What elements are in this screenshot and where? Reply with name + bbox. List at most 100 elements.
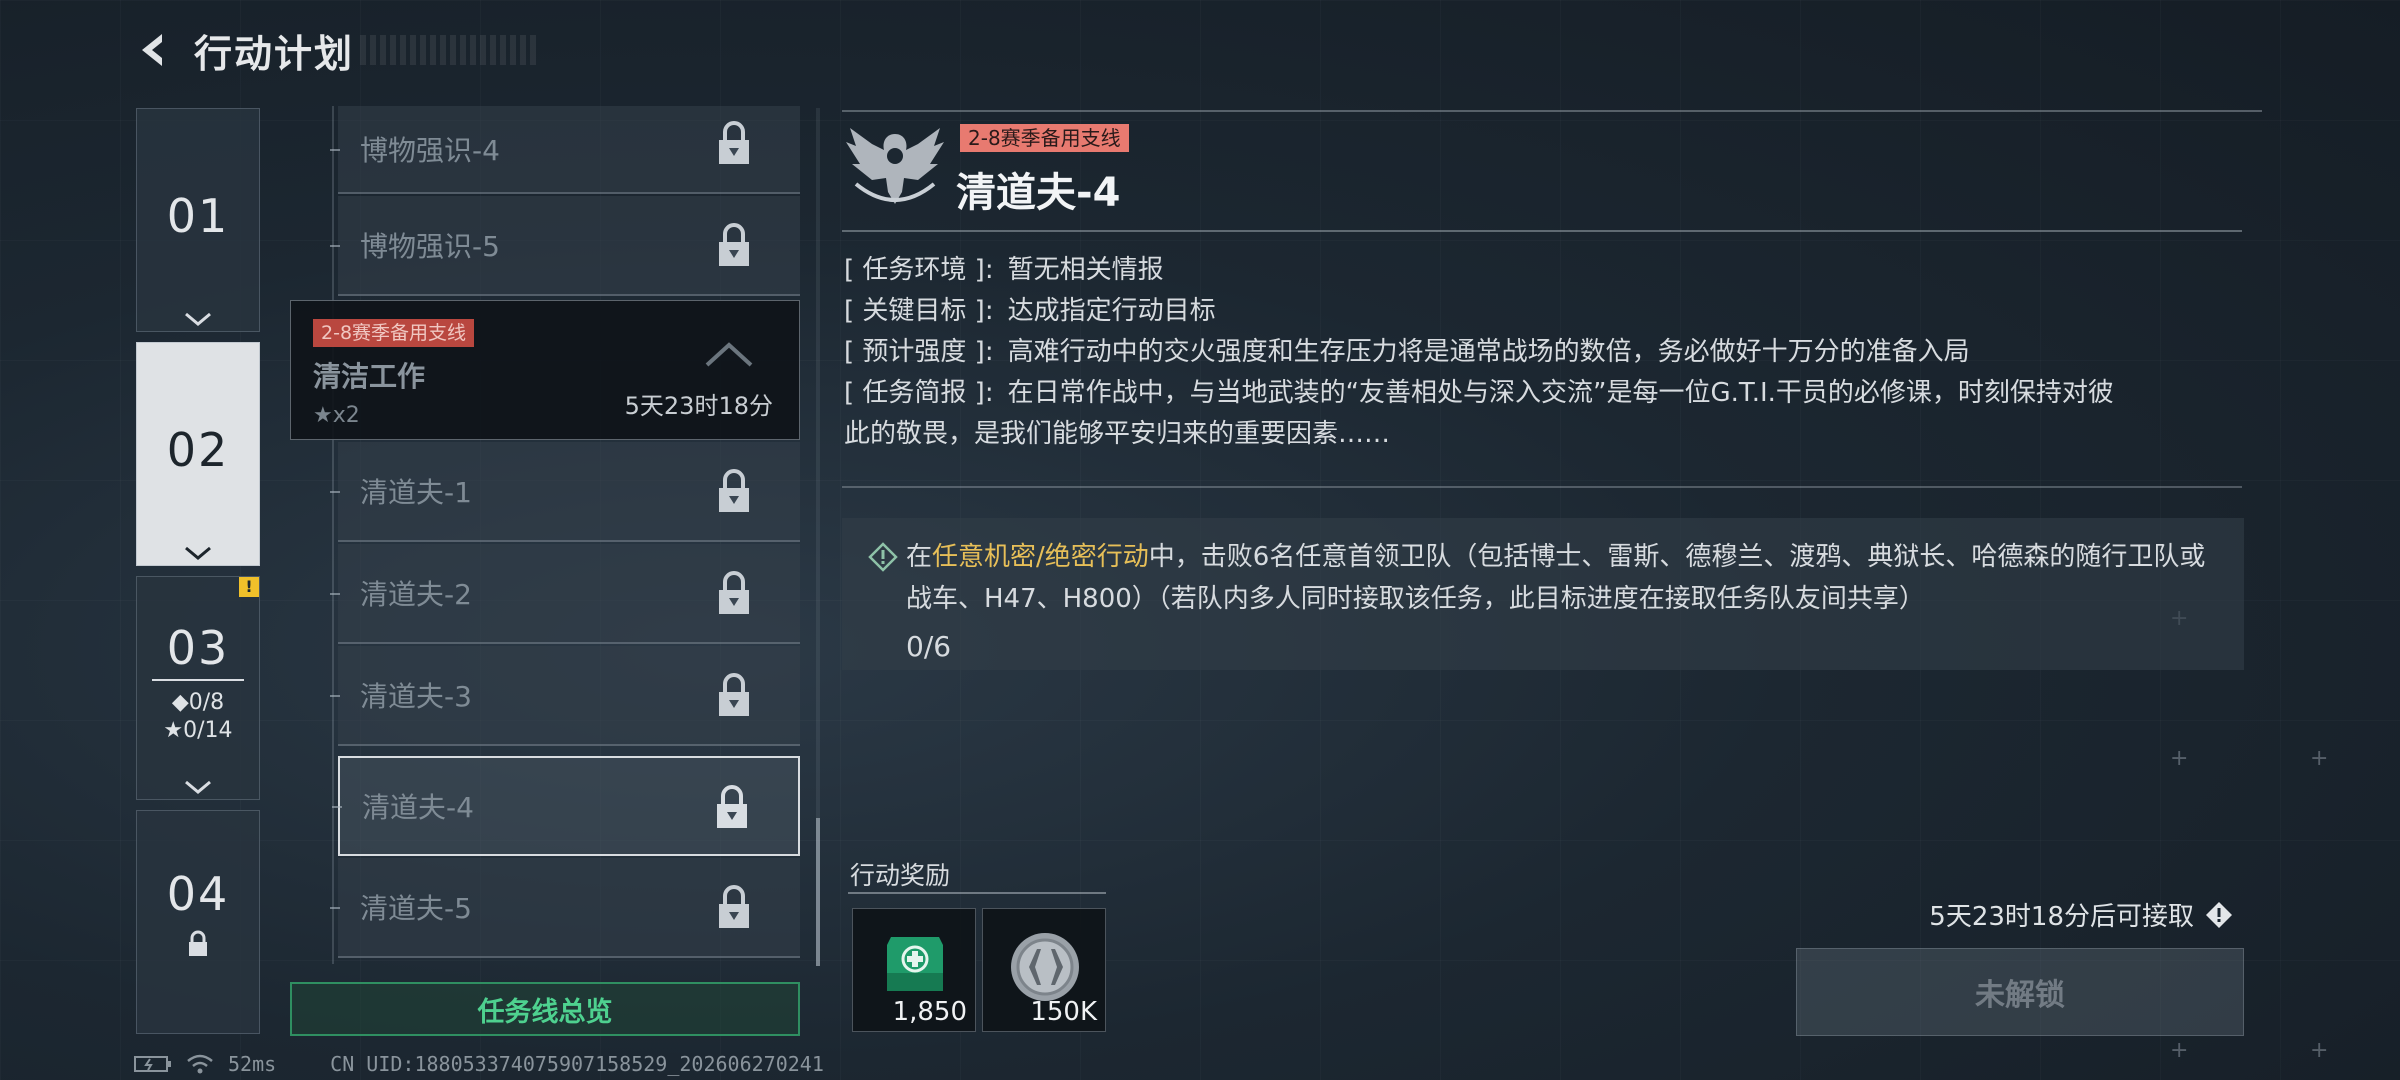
chapter-number: 02: [166, 423, 230, 477]
mission-item[interactable]: 清道夫-2: [330, 544, 800, 644]
divider: [152, 679, 244, 681]
mission-list[interactable]: 博物强识-4 博物强识-5 2-8赛季备用支线 清洁工作 ★x2 5天23时18…: [288, 106, 802, 964]
mission-name: 清道夫-1: [360, 476, 472, 509]
lock-icon: [719, 223, 749, 266]
scrollbar-thumb[interactable]: [816, 818, 820, 966]
tree-tick: [330, 245, 340, 247]
back-button[interactable]: [130, 26, 178, 74]
mission-item[interactable]: 清道夫-1: [330, 442, 800, 542]
page-title: 行动计划: [194, 31, 355, 76]
chevron-down-icon: [185, 780, 211, 794]
objective-highlight: 任意机密/绝密行动: [932, 542, 1149, 572]
briefing-continued: 此的敬畏，是我们能够平安归来的重要因素……: [844, 419, 1391, 449]
tree-tick: [332, 806, 342, 808]
objective-box: 在任意机密/绝密行动中，击败6名任意首领卫队（包括博士、雷斯、德穆兰、渡鸦、典狱…: [842, 518, 2244, 670]
chevron-down-icon: [185, 312, 211, 326]
objective-progress: 0/6: [906, 630, 952, 663]
mission-name: 博物强识-5: [360, 230, 500, 263]
info-row-environment: [ 任务环境 ]: 暂无相关情报: [844, 250, 2244, 291]
header: 行动计划: [130, 22, 541, 78]
mission-group-card[interactable]: 2-8赛季备用支线 清洁工作 ★x2 5天23时18分: [290, 300, 800, 440]
lock-icon: [719, 571, 749, 614]
eagle-emblem-icon: [846, 128, 944, 204]
mission-item[interactable]: 博物强识-5: [330, 196, 800, 296]
info-label: [ 预计强度 ]:: [844, 337, 994, 367]
divider: [848, 892, 1106, 894]
chevron-down-icon: [185, 546, 211, 560]
rewards-label: 行动奖励: [850, 861, 951, 890]
uid-text: CN UID:1880533740759071585​29_2026062702…: [330, 1052, 824, 1076]
tree-connector: [332, 106, 334, 964]
status-bar: 52ms CN UID:1880533740759071585​29_20260…: [134, 1052, 824, 1076]
tree-tick: [330, 593, 340, 595]
info-value: 在日常作战中，与当地武装的“友善相处与深入交流”是每一位G.T.I.干员的必修课…: [1007, 378, 2114, 408]
mission-info: [ 任务环境 ]: 暂无相关情报 [ 关键目标 ]: 达成指定行动目标 [ 预计强度…: [844, 250, 2244, 455]
info-label: [ 任务环境 ]:: [844, 255, 994, 285]
chapter-01[interactable]: 01: [136, 108, 260, 332]
mission-overview-button[interactable]: 任务线总览: [290, 982, 800, 1036]
chapter-number: 04: [166, 867, 230, 921]
mission-item[interactable]: 清道夫-5: [330, 858, 800, 958]
chapter-04[interactable]: 04: [136, 810, 260, 1034]
mission-name: 清道夫-3: [360, 680, 472, 713]
tree-tick: [330, 149, 340, 151]
list-scrollbar[interactable]: [816, 108, 820, 966]
tree-tick: [330, 907, 340, 909]
info-label: [ 任务简报 ]:: [844, 378, 994, 408]
green-medkit-icon: [887, 937, 943, 991]
info-row-briefing: [ 任务简报 ]: 在日常作战中，与当地武装的“友善相处与深入交流”是每一位G.T…: [844, 373, 2244, 414]
mission-item[interactable]: 博物强识-4: [330, 106, 800, 194]
chevron-up-icon: [705, 342, 753, 367]
decor-plus: +: [2170, 746, 2189, 771]
decor-plus: +: [2310, 746, 2329, 771]
mission-name: 清道夫-4: [362, 791, 474, 824]
mission-item-selected[interactable]: 清道夫-4: [332, 756, 800, 856]
lock-icon: [719, 469, 749, 512]
ping-value: 52ms: [228, 1052, 277, 1076]
diamond-progress: ◆0/8: [171, 690, 225, 715]
lock-icon: [719, 673, 749, 716]
info-value: 暂无相关情报: [1007, 255, 1164, 285]
unlock-time: 5天23时18分后可接取: [1929, 896, 2234, 933]
tree-tick: [330, 695, 340, 697]
season-tag: 2-8赛季备用支线: [313, 319, 475, 347]
info-diamond-icon[interactable]: [2204, 900, 2234, 930]
info-label: [ 关键目标 ]:: [844, 296, 994, 326]
decor-plus: +: [2170, 1038, 2189, 1063]
title-decoration: [360, 35, 541, 65]
back-arrow-icon: [142, 34, 162, 66]
info-row-difficulty: [ 预计强度 ]: 高难行动中的交火强度和生存压力将是通常战场的数倍，务必做好十万…: [844, 332, 2244, 373]
unlock-time-text: 5天23时18分后可接取: [1929, 902, 2194, 932]
divider: [842, 110, 2262, 112]
diamond-alert-icon: [868, 542, 898, 572]
unlock-button[interactable]: 未解锁: [1796, 948, 2244, 1036]
lock-icon: [719, 885, 749, 928]
reward-item[interactable]: 1,850: [852, 908, 976, 1032]
divider: [842, 486, 2242, 488]
chapter-03[interactable]: ! 03 ◆0/8 ★0/14: [136, 576, 260, 800]
objective-text: 在任意机密/绝密行动中，击败6名任意首领卫队（包括博士、雷斯、德穆兰、渡鸦、典狱…: [906, 536, 2222, 620]
battery-icon: [134, 1056, 171, 1072]
chapter-02[interactable]: 02: [136, 342, 260, 566]
star-progress: ★0/14: [163, 718, 233, 743]
info-row-objective: [ 关键目标 ]: 达成指定行动目标: [844, 291, 2244, 332]
silver-coin-icon: [1011, 933, 1079, 1001]
mission-name: 博物强识-4: [360, 134, 500, 167]
lock-icon: [717, 785, 747, 828]
season-tag: 2-8赛季备用支线: [960, 124, 1129, 152]
objective-pre: 在: [906, 542, 933, 572]
tree-tick: [330, 491, 340, 493]
mission-item[interactable]: 清道夫-3: [330, 646, 800, 746]
chapter-number: 03: [166, 621, 230, 675]
mission-title: 清道夫-4: [956, 170, 1121, 216]
lock-icon: [719, 121, 749, 164]
warning-icon: !: [239, 577, 259, 597]
info-value: 达成指定行动目标: [1007, 296, 1216, 326]
decor-plus: +: [2310, 1038, 2329, 1063]
reward-item[interactable]: 150K: [982, 908, 1106, 1032]
reward-quantity: 1,850: [892, 997, 967, 1027]
group-time-remaining: 5天23时18分: [624, 392, 773, 420]
chapter-number: 01: [166, 189, 230, 243]
mission-name: 清道夫-2: [360, 578, 472, 611]
mission-name: 清道夫-5: [360, 892, 472, 925]
